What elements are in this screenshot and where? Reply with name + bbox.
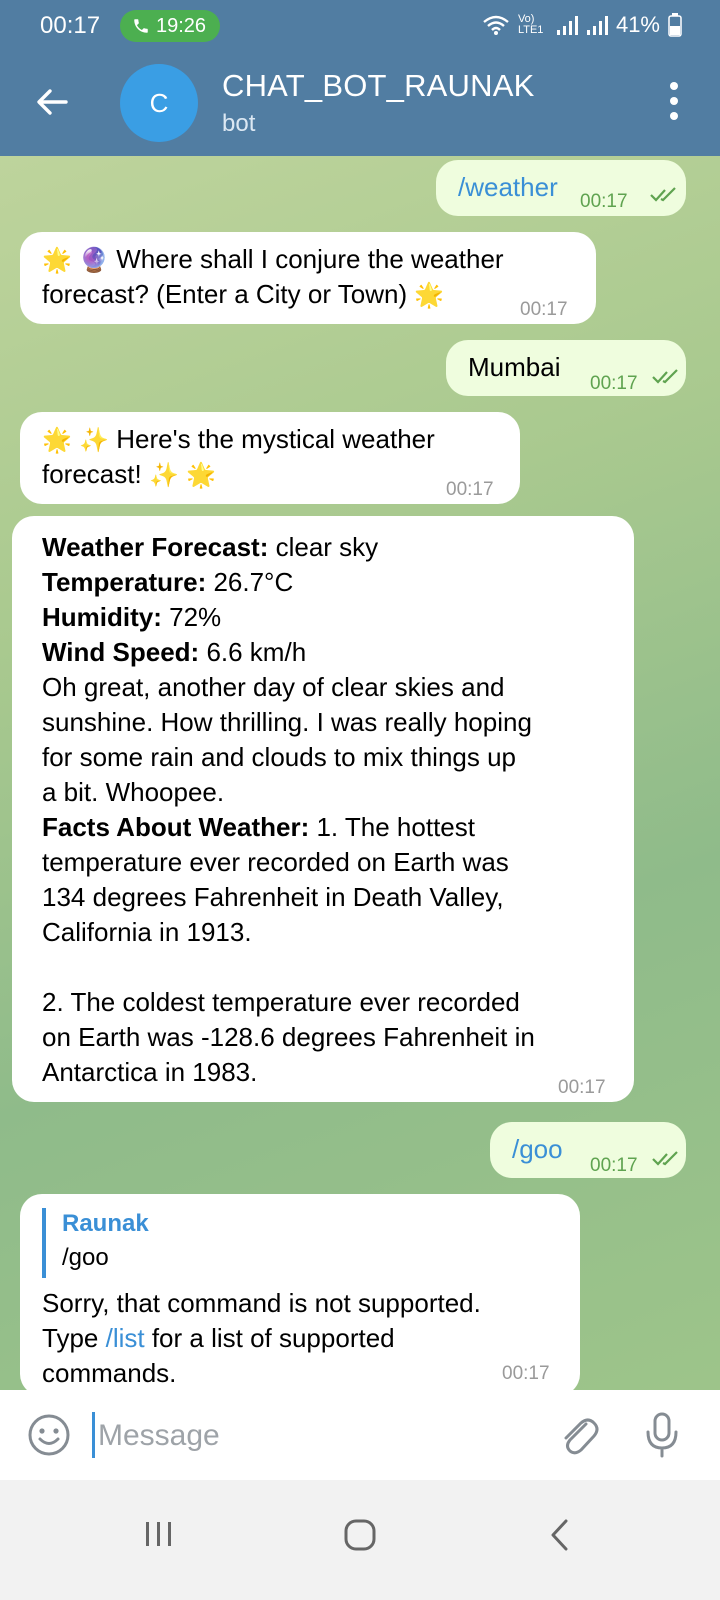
glowing-star-icon: 🌟 (42, 247, 72, 274)
incoming-message[interactable]: 🌟 🔮 Where shall I conjure the weather fo… (20, 232, 596, 324)
comment-line: for some rain and clouds to mix things u… (42, 742, 517, 772)
system-nav-bar (0, 1480, 720, 1600)
fact-line: 2. The coldest temperature ever recorded (42, 987, 520, 1017)
message-time: 00:17 (580, 191, 628, 212)
message-time: 00:17 (590, 1155, 638, 1176)
emoji-icon[interactable] (26, 1412, 72, 1458)
glowing-star-icon: 🌟 (186, 462, 216, 489)
reply-text: /goo (62, 1244, 109, 1271)
message-time: 00:17 (590, 373, 638, 394)
call-duration: 19:26 (156, 14, 207, 37)
message-line: Type /list for a list of supported (42, 1323, 395, 1353)
fact-line: 134 degrees Fahrenheit in Death Valley, (42, 882, 504, 912)
glowing-star-icon: 🌟 (414, 282, 445, 309)
message-time: 00:17 (502, 1363, 550, 1384)
message-line: 🌟 ✨ Here's the mystical weather (42, 422, 435, 458)
incoming-message[interactable]: 🌟 ✨ Here's the mystical weather forecast… (20, 412, 520, 504)
phone-icon (134, 19, 148, 33)
signal-icon-2 (586, 16, 608, 35)
outgoing-message[interactable]: Mumbai 00:17 (446, 340, 686, 396)
more-vert-icon[interactable] (666, 82, 682, 126)
message-time: 00:17 (558, 1077, 606, 1098)
attach-icon[interactable] (556, 1410, 602, 1460)
fact-line: temperature ever recorded on Earth was (42, 847, 509, 877)
reply-quote[interactable]: Raunak /goo (42, 1208, 149, 1278)
comment-line: Oh great, another day of clear skies and (42, 672, 505, 702)
check-double-icon (652, 369, 678, 384)
message-composer (0, 1390, 720, 1480)
status-time: 00:17 (40, 12, 101, 39)
signal-icon (556, 16, 578, 35)
nav-back-icon[interactable] (548, 1518, 572, 1552)
wifi-icon (483, 15, 509, 35)
message-body: Weather Forecast: clear sky Temperature:… (42, 530, 535, 1090)
ongoing-call-pill[interactable]: 19:26 (120, 10, 221, 42)
battery-icon (668, 13, 682, 37)
fact-line: Antarctica in 1983. (42, 1057, 258, 1087)
recents-icon[interactable] (144, 1518, 174, 1550)
comment-line: sunshine. How thrilling. I was really ho… (42, 707, 532, 737)
message-text: forecast! (42, 459, 142, 489)
message-line: forecast? (Enter a City or Town) 🌟 (42, 277, 444, 313)
facts-row: Facts About Weather: 1. The hottest (42, 812, 475, 842)
message-time: 00:17 (520, 299, 568, 320)
incoming-message[interactable]: Weather Forecast: clear sky Temperature:… (12, 516, 634, 1102)
back-arrow-icon[interactable] (30, 80, 74, 124)
battery-percent: 41% (615, 12, 660, 37)
crystal-ball-icon: 🔮 (79, 247, 110, 274)
message-text: /weather (458, 172, 558, 202)
forecast-row: Weather Forecast: clear sky (42, 532, 379, 562)
message-line: Sorry, that command is not supported. (42, 1288, 481, 1318)
temperature-row: Temperature: 26.7°C (42, 567, 294, 597)
message-line: forecast! ✨ 🌟 (42, 457, 216, 493)
humidity-row: Humidity: 72% (42, 602, 222, 632)
avatar[interactable]: C (120, 64, 198, 142)
home-icon[interactable] (343, 1518, 377, 1552)
status-bar: 00:17 19:26 Vo) LTE1 41% (0, 0, 720, 52)
incoming-message[interactable]: Raunak /goo Sorry, that command is not s… (20, 1194, 580, 1396)
status-icons: Vo) LTE1 41% (482, 12, 682, 38)
message-line: 🌟 🔮 Where shall I conjure the weather (42, 242, 504, 278)
message-text: Where shall I conjure the weather (116, 244, 504, 274)
outgoing-message[interactable]: /goo 00:17 (490, 1122, 686, 1178)
outgoing-message[interactable]: /weather 00:17 (436, 160, 686, 216)
sparkles-icon: ✨ (148, 462, 179, 489)
message-text: forecast? (Enter a City or Town) (42, 279, 408, 309)
glowing-star-icon: 🌟 (42, 427, 72, 454)
network-label: Vo) LTE1 (517, 13, 544, 36)
message-text: /goo (512, 1134, 563, 1164)
message-text: Here's the mystical weather (116, 424, 435, 454)
text-cursor (92, 1412, 95, 1458)
chat-subtitle: bot (222, 110, 256, 137)
message-text: Mumbai (468, 352, 561, 382)
check-double-icon (652, 1151, 678, 1166)
check-double-icon (650, 187, 676, 202)
chat-title[interactable]: CHAT_BOT_RAUNAK (222, 68, 535, 104)
message-body: Sorry, that command is not supported. Ty… (42, 1286, 481, 1391)
chat-header: C CHAT_BOT_RAUNAK bot (0, 52, 720, 156)
mic-icon[interactable] (642, 1410, 682, 1460)
sparkles-icon: ✨ (79, 427, 110, 454)
fact-line: on Earth was -128.6 degrees Fahrenheit i… (42, 1022, 535, 1052)
message-line: commands. (42, 1358, 177, 1388)
comment-line: a bit. Whoopee. (42, 777, 225, 807)
message-time: 00:17 (446, 479, 494, 500)
fact-line: California in 1913. (42, 917, 252, 947)
wind-row: Wind Speed: 6.6 km/h (42, 637, 307, 667)
list-command-link[interactable]: /list (106, 1323, 145, 1353)
message-input[interactable] (96, 1410, 520, 1462)
reply-author: Raunak (62, 1210, 149, 1237)
